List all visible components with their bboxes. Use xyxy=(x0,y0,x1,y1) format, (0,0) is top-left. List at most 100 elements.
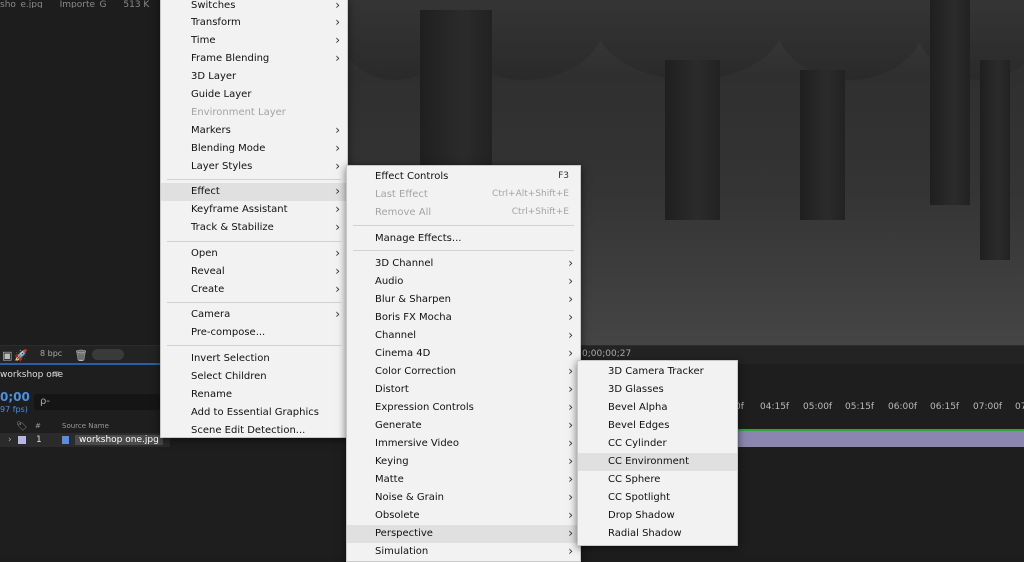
ruler-tick: 06:00f xyxy=(888,402,918,412)
effect-menu-item-last-effect: Last Effect Ctrl+Alt+Shift+E xyxy=(347,186,580,204)
menu-item-label: Create xyxy=(191,284,225,295)
perspective-menu-item-cc-sphere[interactable]: CC Sphere xyxy=(578,471,737,489)
effect-menu-item-expression-controls[interactable]: Expression Controls › xyxy=(347,399,580,417)
menu-item-label: Obsolete xyxy=(375,510,420,521)
expand-chevron-icon[interactable]: › xyxy=(8,435,12,445)
perspective-menu-item-3d-camera-tracker[interactable]: 3D Camera Tracker xyxy=(578,363,737,381)
effect-menu-item-cinema-4d[interactable]: Cinema 4D › xyxy=(347,345,580,363)
bit-depth-label[interactable]: 8 bpc xyxy=(40,349,62,358)
chevron-right-icon: › xyxy=(568,274,573,288)
time-ruler[interactable]: 0f 04:15f 05:00f 05:15f 06:00f 06:15f 07… xyxy=(735,400,1024,416)
menu-item-open[interactable]: Open › xyxy=(161,245,347,263)
menu-item-label: CC Sphere xyxy=(608,474,661,485)
menu-item-track-and-stabilize[interactable]: Track & Stabilize › xyxy=(161,219,347,237)
menu-item-time[interactable]: Time › xyxy=(161,32,347,50)
project-item-name[interactable]: sho_e.jpg xyxy=(0,0,43,8)
trash-icon[interactable]: 🗑 xyxy=(74,349,88,362)
menu-item-label: Radial Shadow xyxy=(608,528,682,539)
menu-item-scene-edit-detection[interactable]: Scene Edit Detection... xyxy=(161,422,347,440)
effect-menu-item-simulation[interactable]: Simulation › xyxy=(347,543,580,561)
viewer-timecode[interactable]: 0;00;00;27 xyxy=(582,349,631,359)
menu-item-label: Remove All xyxy=(375,207,432,218)
effect-menu-item-noise-and-grain[interactable]: Noise & Grain › xyxy=(347,489,580,507)
menu-item-label: Expression Controls xyxy=(375,402,474,413)
effect-menu-item-immersive-video[interactable]: Immersive Video › xyxy=(347,435,580,453)
menu-item-reveal[interactable]: Reveal › xyxy=(161,263,347,281)
chevron-right-icon: › xyxy=(335,184,340,198)
menu-item-markers[interactable]: Markers › xyxy=(161,122,347,140)
perspective-menu-item-radial-shadow[interactable]: Radial Shadow xyxy=(578,525,737,543)
menu-item-blending-mode[interactable]: Blending Mode › xyxy=(161,140,347,158)
menu-item-rename[interactable]: Rename xyxy=(161,386,347,404)
perspective-menu-item-cc-spotlight[interactable]: CC Spotlight xyxy=(578,489,737,507)
layer-row[interactable]: › 1 workshop one.jpg xyxy=(0,433,170,447)
effect-menu-item-obsolete[interactable]: Obsolete › xyxy=(347,507,580,525)
menu-item-switches[interactable]: Switches › xyxy=(161,0,347,15)
ruler-tick: 07 xyxy=(1015,402,1024,412)
effect-menu-item-3d-channel[interactable]: 3D Channel › xyxy=(347,255,580,273)
menu-item-3d-layer[interactable]: 3D Layer xyxy=(161,68,347,86)
layer-duration-bar[interactable] xyxy=(735,429,1024,447)
perspective-menu-item-3d-glasses[interactable]: 3D Glasses xyxy=(578,381,737,399)
menu-item-keyframe-assistant[interactable]: Keyframe Assistant › xyxy=(161,201,347,219)
menu-item-shortcut: Ctrl+Alt+Shift+E xyxy=(492,189,569,199)
perspective-menu-item-bevel-edges[interactable]: Bevel Edges xyxy=(578,417,737,435)
effect-menu-item-blur-and-sharpen[interactable]: Blur & Sharpen › xyxy=(347,291,580,309)
menu-item-label: Cinema 4D xyxy=(375,348,431,359)
label-color-swatch[interactable] xyxy=(18,436,26,444)
menu-item-label: CC Spotlight xyxy=(608,492,671,503)
perspective-menu-item-drop-shadow[interactable]: Drop Shadow xyxy=(578,507,737,525)
menu-item-label: Reveal xyxy=(191,266,225,277)
panel-menu-icon[interactable]: ≡ xyxy=(52,369,60,380)
chevron-right-icon: › xyxy=(335,220,340,234)
chevron-right-icon: › xyxy=(335,51,340,65)
menu-item-guide-layer[interactable]: Guide Layer xyxy=(161,86,347,104)
project-panel-strip: sho_e.jpg Importe_G 513 K xyxy=(0,0,160,8)
perspective-menu-item-cc-cylinder[interactable]: CC Cylinder xyxy=(578,435,737,453)
menu-item-label: Bevel Alpha xyxy=(608,402,668,413)
chevron-right-icon: › xyxy=(568,382,573,396)
effect-menu-item-color-correction[interactable]: Color Correction › xyxy=(347,363,580,381)
menu-item-select-children[interactable]: Select Children xyxy=(161,368,347,386)
effect-menu-item-audio[interactable]: Audio › xyxy=(347,273,580,291)
menu-separator xyxy=(167,345,341,346)
menu-item-invert-selection[interactable]: Invert Selection xyxy=(161,350,347,368)
chevron-right-icon: › xyxy=(568,364,573,378)
effect-menu-item-matte[interactable]: Matte › xyxy=(347,471,580,489)
effect-menu-item-boris-fx-mocha[interactable]: Boris FX Mocha › xyxy=(347,309,580,327)
column-source-name[interactable]: Source Name xyxy=(62,422,109,430)
menu-item-label: Generate xyxy=(375,420,422,431)
effect-menu-item-generate[interactable]: Generate › xyxy=(347,417,580,435)
menu-item-label: Blur & Sharpen xyxy=(375,294,452,305)
effect-menu-item-effect-controls[interactable]: Effect Controls F3 xyxy=(347,168,580,186)
snapshot-icon[interactable]: ▣ xyxy=(2,349,12,362)
menu-item-pre-compose[interactable]: Pre-compose... xyxy=(161,324,347,342)
fps-display: 97 fps) xyxy=(0,405,28,414)
menu-item-create[interactable]: Create › xyxy=(161,281,347,299)
chevron-right-icon: › xyxy=(568,346,573,360)
effect-menu-item-channel[interactable]: Channel › xyxy=(347,327,580,345)
menu-item-transform[interactable]: Transform › xyxy=(161,14,347,32)
perspective-menu-item-cc-environment[interactable]: CC Environment xyxy=(578,453,737,471)
current-time-display[interactable]: 0;00 xyxy=(0,390,30,404)
perspective-menu-item-bevel-alpha[interactable]: Bevel Alpha xyxy=(578,399,737,417)
chevron-right-icon: › xyxy=(568,454,573,468)
timeline-search-input[interactable]: ρ- xyxy=(34,394,160,410)
menu-item-add-to-essential-graphics[interactable]: Add to Essential Graphics xyxy=(161,404,347,422)
timeline-tab-underline xyxy=(0,363,160,365)
menu-item-camera[interactable]: Camera › xyxy=(161,306,347,324)
layer-name[interactable]: workshop one.jpg xyxy=(75,435,163,445)
effect-menu-item-manage-effects[interactable]: Manage Effects... xyxy=(347,230,580,248)
menu-item-frame-blending[interactable]: Frame Blending › xyxy=(161,50,347,68)
menu-item-label: 3D Channel xyxy=(375,258,434,269)
menu-item-label: Camera xyxy=(191,309,231,320)
effect-menu-item-perspective[interactable]: Perspective › xyxy=(347,525,580,543)
rocket-icon[interactable]: 🚀 xyxy=(14,349,28,362)
label-tag-icon: 🏷 xyxy=(16,422,28,432)
menu-item-effect[interactable]: Effect › xyxy=(161,183,347,201)
effect-menu-item-keying[interactable]: Keying › xyxy=(347,453,580,471)
fast-preview-toggle[interactable] xyxy=(92,349,124,360)
effect-menu-item-distort[interactable]: Distort › xyxy=(347,381,580,399)
project-item-type: Importe_G xyxy=(59,0,107,8)
menu-item-layer-styles[interactable]: Layer Styles › xyxy=(161,158,347,176)
